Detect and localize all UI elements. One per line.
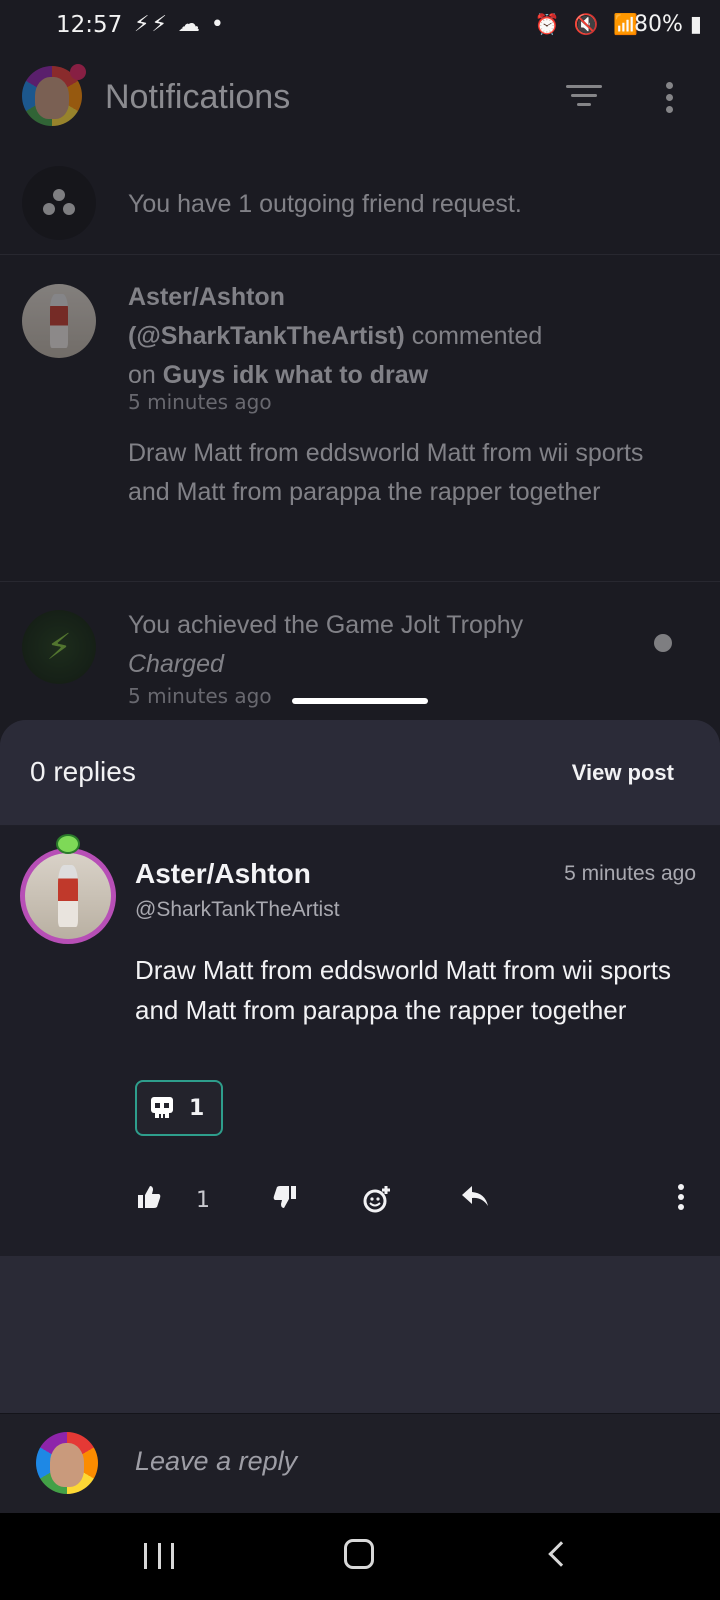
skull-icon — [151, 1097, 173, 1118]
status-time: 12:57 — [56, 12, 123, 38]
comment-notification-body: Draw Matt from eddsworld Matt from wii s… — [128, 439, 644, 506]
sheet-header: 0 replies View post — [0, 720, 720, 826]
comment-time: 5 minutes ago — [564, 862, 696, 885]
trophy-notification-text: You achieved the Game Jolt Trophy Charge… — [128, 606, 598, 684]
thumbs-up-icon[interactable] — [136, 1184, 162, 1210]
more-options-icon[interactable] — [664, 82, 674, 116]
comment-author-handle[interactable]: @SharkTankTheArtist — [135, 898, 340, 922]
notification-badge — [70, 64, 86, 80]
comment-card: Aster/Ashton @SharkTankTheArtist 5 minut… — [0, 826, 720, 1256]
commenter-avatar[interactable] — [22, 284, 96, 358]
battery-level: 80% ▮ — [633, 12, 702, 37]
view-post-button[interactable]: View post — [572, 760, 674, 786]
status-bar: 12:57 ⚡⚡ ☁ • ⏰ 🔇 📶 80% ▮ — [0, 0, 720, 52]
like-count: 1 — [196, 1188, 210, 1213]
app-header: Notifications — [0, 60, 720, 140]
reaction-count: 1 — [189, 1095, 205, 1121]
system-nav-bar — [0, 1513, 720, 1600]
back-button[interactable] — [548, 1541, 574, 1567]
sheet-drag-handle[interactable] — [292, 698, 428, 704]
replies-count: 0 replies — [30, 756, 136, 787]
commenter-name[interactable]: Aster/Ashton — [128, 283, 285, 311]
commenter-handle[interactable]: (@SharkTankTheArtist) — [128, 322, 405, 350]
post-title[interactable]: Guys idk what to draw — [163, 361, 428, 389]
status-notification-icons: ⚡⚡ ☁ • — [134, 12, 226, 37]
comment-action: commented — [411, 322, 543, 350]
comment-preposition: on — [128, 361, 156, 389]
comment-notification[interactable]: Aster/Ashton (@SharkTankTheArtist) comme… — [0, 256, 720, 582]
reply-input-bar[interactable]: Leave a reply — [0, 1413, 720, 1513]
unread-indicator — [654, 634, 672, 652]
trophy-notification-time: 5 minutes ago — [128, 684, 272, 708]
trophy-notification[interactable]: ⚡ You achieved the Game Jolt Trophy Char… — [0, 590, 720, 710]
skull-reaction-chip[interactable]: 1 — [135, 1080, 223, 1136]
current-user-avatar — [36, 1432, 98, 1494]
reply-icon[interactable] — [460, 1184, 490, 1208]
trophy-name: Charged — [128, 650, 224, 678]
comment-author-avatar[interactable] — [20, 848, 116, 944]
trophy-icon: ⚡ — [22, 610, 96, 684]
home-button[interactable] — [344, 1539, 374, 1569]
comment-notification-time: 5 minutes ago — [128, 390, 272, 414]
comment-notification-summary: Aster/Ashton (@SharkTankTheArtist) comme… — [128, 278, 688, 395]
comment-author-name[interactable]: Aster/Ashton — [135, 858, 311, 890]
recents-button[interactable] — [144, 1543, 174, 1569]
comment-more-icon[interactable] — [678, 1184, 686, 1214]
filter-icon[interactable] — [566, 85, 602, 111]
add-reaction-icon[interactable] — [362, 1184, 392, 1214]
friend-request-text: You have 1 outgoing friend request. — [128, 190, 522, 218]
comment-body: Draw Matt from eddsworld Matt from wii s… — [135, 955, 672, 1025]
reply-input[interactable]: Leave a reply — [135, 1446, 297, 1477]
comment-actions: 1 — [0, 1176, 720, 1232]
friends-icon — [22, 166, 96, 240]
trophy-text: You achieved the Game Jolt Trophy — [128, 611, 524, 639]
thumbs-down-icon[interactable] — [272, 1184, 298, 1210]
frog-icon — [56, 834, 80, 854]
page-title: Notifications — [105, 78, 291, 116]
comment-sheet: 0 replies View post Aster/Ashton @SharkT… — [0, 720, 720, 1413]
friend-request-notification[interactable]: You have 1 outgoing friend request. — [0, 160, 720, 255]
status-system-icons: ⏰ 🔇 📶 — [534, 12, 642, 36]
